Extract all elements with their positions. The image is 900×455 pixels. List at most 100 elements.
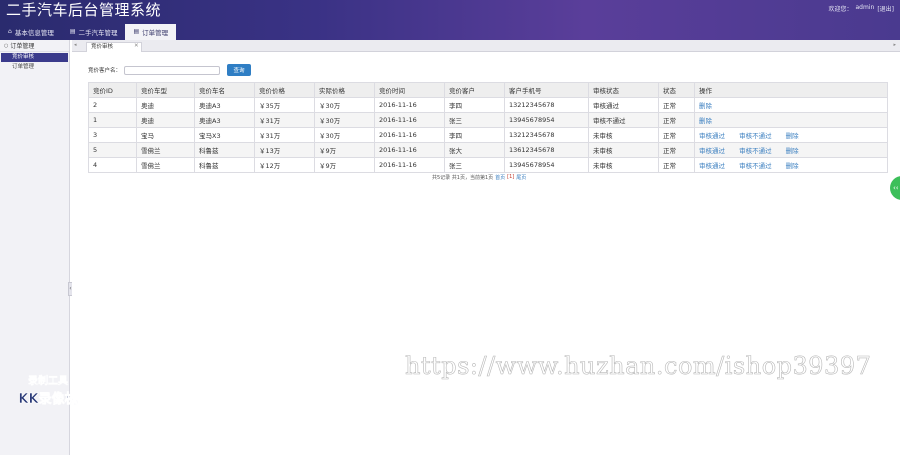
cell-bid-price: ￥12万 [254, 157, 315, 173]
col-header: 实际价格 [314, 82, 375, 98]
cell-phone: 13945678954 [504, 112, 589, 128]
username: admin [855, 4, 875, 11]
delete-link[interactable]: 删除 [786, 162, 799, 170]
col-header: 竞价ID [88, 82, 137, 98]
delete-link[interactable]: 删除 [699, 102, 712, 110]
cell-id: 2 [88, 97, 137, 113]
cell-review: 审核不通过 [588, 112, 659, 128]
cell-bid-price: ￥31万 [254, 127, 315, 143]
recorder-logo-line2: KK录像机 [18, 392, 78, 408]
list-icon: ▤ [69, 28, 76, 35]
cell-customer: 张三 [444, 157, 505, 173]
cell-status: 正常 [658, 112, 695, 128]
search-button[interactable]: 查询 [227, 64, 252, 76]
nav-tab-label: 订单管理 [142, 29, 169, 37]
recorder-logo-line1: 录制工具 [28, 376, 69, 388]
reject-link[interactable]: 审核不通过 [739, 132, 772, 140]
delete-link[interactable]: 删除 [699, 117, 712, 125]
col-header: 审核状态 [588, 82, 659, 98]
approve-link[interactable]: 审核通过 [699, 162, 725, 170]
col-header: 竞价时间 [374, 82, 445, 98]
last-page-link[interactable]: 尾页 [516, 174, 526, 181]
circle-icon: ○ [4, 42, 9, 49]
cell-bid-price: ￥35万 [254, 97, 315, 113]
cell-phone: 13612345678 [504, 142, 589, 158]
cell-time: 2016-11-16 [374, 142, 445, 158]
cell-actual-price: ￥30万 [314, 127, 375, 143]
approve-link[interactable]: 审核通过 [699, 132, 725, 140]
cell-brand: 宝马 [136, 127, 195, 143]
nav-tab-label: 二手汽车管理 [78, 29, 118, 37]
search-bar: 竞价客户名： 查询 [88, 64, 252, 76]
reject-link[interactable]: 审核不通过 [739, 147, 772, 155]
cell-brand: 奥迪 [136, 112, 195, 128]
sidebar-item-order-management[interactable]: 订单管理 [0, 63, 69, 72]
recorder-watermark: 录制工具 KK录像机 [13, 372, 83, 408]
logout-link[interactable]: [退出] [877, 4, 894, 13]
cell-status: 正常 [658, 127, 695, 143]
cell-time: 2016-11-16 [374, 97, 445, 113]
welcome-text: 欢迎您： [828, 6, 853, 13]
current-page: [1] [507, 174, 515, 180]
scroll-right-icon[interactable]: ▸ [893, 42, 896, 48]
cell-time: 2016-11-16 [374, 112, 445, 128]
cell-actions: 审核通过 审核不通过 删除 [694, 127, 888, 143]
table-row: 4 雪佛兰 科鲁兹 ￥12万 ￥9万 2016-11-16 张三 1394567… [88, 157, 888, 173]
cell-customer: 张三 [444, 112, 505, 128]
reject-link[interactable]: 审核不通过 [739, 162, 772, 170]
col-header: 操作 [694, 82, 888, 98]
cell-customer: 李四 [444, 127, 505, 143]
close-icon[interactable]: ✕ [134, 43, 139, 49]
customer-search-input[interactable] [124, 65, 221, 75]
col-header: 竞价价格 [254, 82, 315, 98]
cell-model: 奥迪A3 [194, 97, 255, 113]
bid-table: 竞价ID 竞价车型 竞价车名 竞价价格 实际价格 竞价时间 竞价客户 客户手机号… [88, 82, 888, 173]
main-content: ◂ 竞价审核 ✕ ▸ 竞价客户名： 查询 竞价ID 竞价车型 竞价车名 竞价价格… [72, 40, 900, 455]
table-row: 3 宝马 宝马X3 ￥31万 ￥30万 2016-11-16 李四 132123… [88, 127, 888, 143]
list-icon: ▤ [133, 28, 140, 35]
approve-link[interactable]: 审核通过 [699, 147, 725, 155]
cell-brand: 雪佛兰 [136, 157, 195, 173]
cell-actions: 删除 [694, 112, 888, 128]
double-chevron-left-icon: ‹‹ [893, 184, 899, 192]
cell-review: 未审核 [588, 157, 659, 173]
cell-actual-price: ￥30万 [314, 97, 375, 113]
cell-phone: 13212345678 [504, 127, 589, 143]
nav-tab-cars[interactable]: ▤ 二手汽车管理 [62, 24, 126, 40]
col-header: 客户手机号 [504, 82, 589, 98]
cell-actions: 审核通过 审核不通过 删除 [694, 142, 888, 158]
pagination-summary: 共5记录 共1页，当前第1页 [432, 175, 494, 181]
cell-bid-price: ￥13万 [254, 142, 315, 158]
first-page-link[interactable]: 首页 [495, 174, 505, 181]
delete-link[interactable]: 删除 [786, 147, 799, 155]
col-header: 竞价车型 [136, 82, 195, 98]
cell-actual-price: ￥9万 [314, 157, 375, 173]
cell-actions: 审核通过 审核不通过 删除 [694, 157, 888, 173]
cell-model: 宝马X3 [194, 127, 255, 143]
nav-tab-orders[interactable]: ▤ 订单管理 [125, 24, 177, 40]
delete-link[interactable]: 删除 [786, 132, 799, 140]
content-tabbar: ◂ 竞价审核 ✕ ▸ [72, 40, 900, 52]
sidebar-group-label: 订单管理 [10, 43, 35, 50]
table-header-row: 竞价ID 竞价车型 竞价车名 竞价价格 实际价格 竞价时间 竞价客户 客户手机号… [88, 82, 888, 98]
nav-tab-basic-info[interactable]: ⌂ 基本信息管理 [0, 24, 62, 40]
cell-time: 2016-11-16 [374, 127, 445, 143]
cell-time: 2016-11-16 [374, 157, 445, 173]
cell-phone: 13212345678 [504, 97, 589, 113]
col-header: 竞价车名 [194, 82, 255, 98]
cell-bid-price: ￥31万 [254, 112, 315, 128]
nav-tab-label: 基本信息管理 [14, 29, 54, 37]
table-row: 1 奥迪 奥迪A3 ￥31万 ￥30万 2016-11-16 张三 139456… [88, 112, 888, 128]
app-title: 二手汽车后台管理系统 [6, 1, 162, 19]
cell-status: 正常 [658, 97, 695, 113]
scroll-left-icon[interactable]: ◂ [74, 42, 77, 48]
cell-review: 未审核 [588, 142, 659, 158]
app-header: 二手汽车后台管理系统 欢迎您： admin [退出] ⌂ 基本信息管理 ▤ 二手… [0, 0, 900, 40]
cell-review: 未审核 [588, 127, 659, 143]
home-icon: ⌂ [8, 28, 12, 35]
user-info: 欢迎您： admin [退出] [828, 4, 894, 13]
sidebar-group-orders[interactable]: ○ 订单管理 [0, 40, 69, 52]
sidebar-item-bid-review[interactable]: 竞价审核 [1, 53, 68, 62]
cell-id: 3 [88, 127, 137, 143]
cell-id: 1 [88, 112, 137, 128]
